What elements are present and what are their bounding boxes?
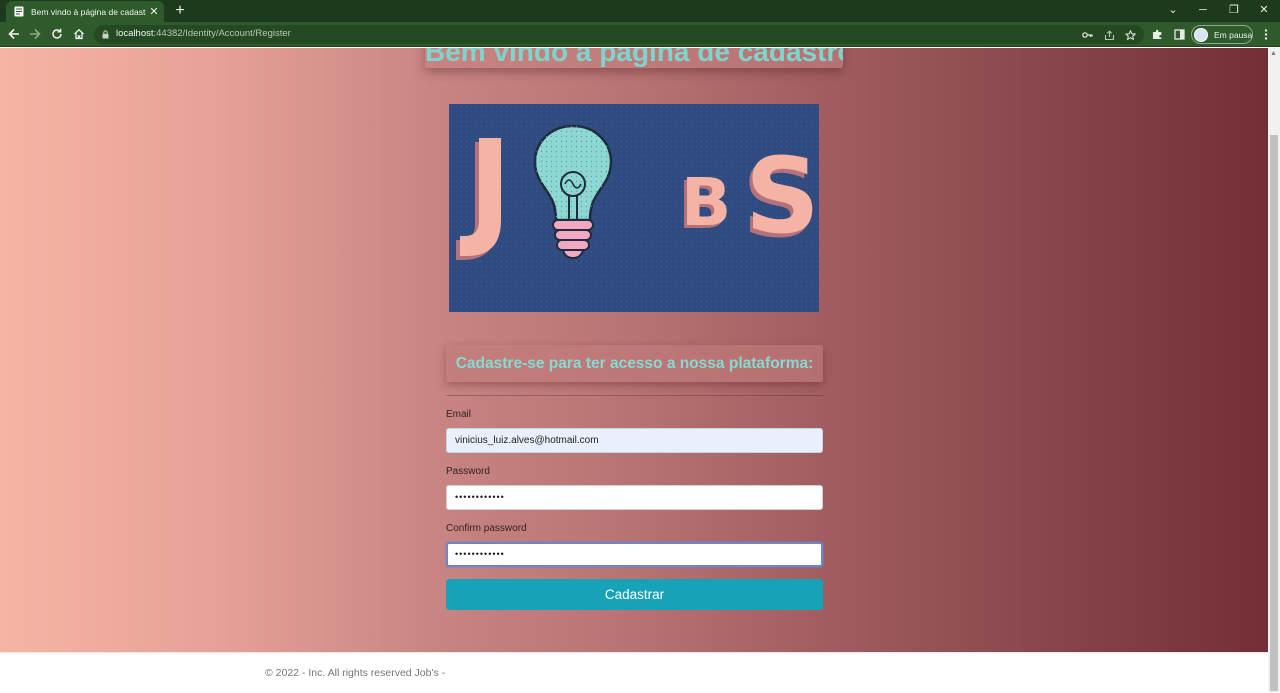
star-icon[interactable] bbox=[1123, 28, 1137, 42]
browser-tab-strip: Bem vindo à página de cadastro! ✕ + ⌄ ─ … bbox=[0, 0, 1280, 22]
page-favicon-icon bbox=[14, 6, 24, 17]
email-label: Email bbox=[446, 409, 472, 420]
page-viewport: Bem vindo à página de cadastro! B B S S … bbox=[0, 48, 1268, 693]
forward-arrow-icon[interactable] bbox=[26, 25, 44, 43]
profile-button[interactable]: Em pausa bbox=[1191, 25, 1253, 44]
jobs-logo-image: B B S S bbox=[449, 104, 819, 312]
key-icon[interactable] bbox=[1080, 28, 1094, 42]
password-label: Password bbox=[446, 466, 490, 477]
kebab-menu-icon[interactable] bbox=[1259, 27, 1273, 41]
url-path: :44382/Identity/Account/Register bbox=[153, 28, 291, 39]
tab-search-icon[interactable]: ⌄ bbox=[1158, 0, 1188, 22]
back-arrow-icon[interactable] bbox=[5, 25, 23, 43]
minimize-button[interactable]: ─ bbox=[1188, 0, 1218, 22]
subtitle-banner: Cadastre-se para ter acesso a nossa plat… bbox=[446, 345, 823, 382]
logo-letter-b: B bbox=[681, 164, 731, 241]
tab-title: Bem vindo à página de cadastro! bbox=[31, 6, 146, 17]
scrollbar-thumb[interactable] bbox=[1270, 135, 1278, 691]
extensions-puzzle-icon[interactable] bbox=[1150, 27, 1164, 41]
footer-copyright: © 2022 - Inc. All rights reserved Job's … bbox=[265, 667, 446, 679]
url-host: localhost bbox=[116, 28, 154, 39]
tab-close-icon[interactable]: ✕ bbox=[146, 5, 162, 18]
share-icon[interactable] bbox=[1102, 28, 1116, 42]
welcome-banner: Bem vindo à página de cadastro! bbox=[425, 48, 843, 68]
confirm-password-field[interactable]: •••••••••••• bbox=[446, 542, 823, 567]
restore-button[interactable]: ❐ bbox=[1219, 0, 1249, 22]
register-hero-section: Bem vindo à página de cadastro! B B S S … bbox=[0, 48, 1268, 652]
browser-toolbar: localhost:44382/Identity/Account/Registe… bbox=[0, 22, 1280, 47]
confirm-password-label: Confirm password bbox=[446, 523, 527, 534]
email-field[interactable]: vinicius_luiz.alves@hotmail.com bbox=[446, 428, 823, 453]
profile-status-label: Em pausa bbox=[1214, 29, 1253, 40]
password-field[interactable]: •••••••••••• bbox=[446, 485, 823, 510]
address-bar[interactable]: localhost:44382/Identity/Account/Registe… bbox=[94, 25, 1144, 44]
page-title: Bem vindo à página de cadastro! bbox=[425, 48, 843, 67]
home-icon[interactable] bbox=[70, 25, 88, 43]
close-window-button[interactable]: ✕ bbox=[1249, 0, 1279, 22]
new-tab-button[interactable]: + bbox=[172, 2, 188, 20]
lock-icon[interactable] bbox=[102, 30, 109, 39]
register-submit-button[interactable]: Cadastrar bbox=[446, 579, 823, 610]
browser-tab[interactable]: Bem vindo à página de cadastro! ✕ bbox=[6, 1, 164, 22]
page-footer: © 2022 - Inc. All rights reserved Job's … bbox=[0, 652, 1268, 693]
side-panel-icon[interactable] bbox=[1172, 27, 1186, 41]
scroll-up-arrow-icon[interactable]: ▲ bbox=[1270, 50, 1277, 57]
register-subtitle: Cadastre-se para ter acesso a nossa plat… bbox=[455, 354, 814, 372]
form-divider bbox=[446, 395, 823, 396]
logo-letter-s: S bbox=[745, 135, 819, 257]
reload-icon[interactable] bbox=[48, 25, 66, 43]
avatar bbox=[1194, 27, 1208, 42]
url-text[interactable]: localhost:44382/Identity/Account/Registe… bbox=[116, 28, 291, 39]
